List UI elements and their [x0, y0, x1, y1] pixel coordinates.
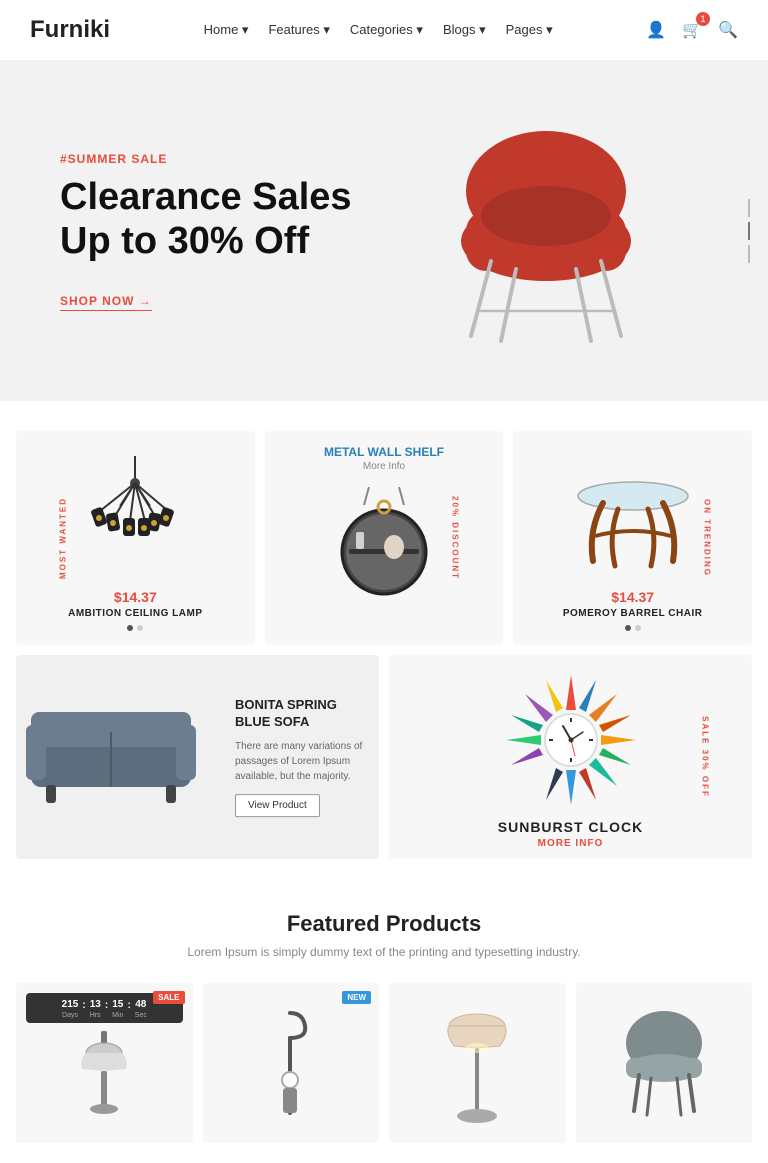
view-product-button[interactable]: View Product: [235, 794, 320, 817]
hero-title: Clearance Sales Up to 30% Off: [60, 176, 384, 263]
chair-illustration: [436, 121, 656, 351]
nav-categories[interactable]: Categories ▾: [350, 22, 423, 38]
slider-indicator: [748, 199, 750, 263]
featured-lamp: [26, 1031, 183, 1121]
product-card-lamp: MOST WANTED: [16, 431, 255, 645]
sec-label: Sec: [135, 1012, 147, 1019]
chair-dots: [527, 625, 738, 631]
shelf-more-info[interactable]: More Info: [279, 461, 490, 472]
hero-section: #SUMMER SALE Clearance Sales Up to 30% O…: [0, 61, 768, 401]
sale-tag: SALE 30% OFF: [701, 716, 710, 798]
hero-tag: #SUMMER SALE: [60, 152, 384, 166]
discount-tag: 20% DISCOUNT: [451, 496, 460, 580]
cart-badge: 1: [696, 12, 710, 26]
products-section: MOST WANTED: [0, 401, 768, 875]
sofa-text: BONITA SPRING BLUE SOFA There are many v…: [235, 697, 365, 817]
nav-links: Home ▾ Features ▾ Categories ▾ Blogs ▾ P…: [204, 22, 553, 38]
product-card-shelf: METAL WALL SHELF More Info: [265, 431, 504, 645]
nav-home[interactable]: Home ▾: [204, 22, 249, 38]
chair-name: POMEROY BARREL CHAIR: [527, 608, 738, 619]
shelf-title: METAL WALL SHELF: [279, 445, 490, 459]
nav-features[interactable]: Features ▾: [268, 22, 329, 38]
search-icon[interactable]: 🔍: [718, 20, 738, 40]
countdown-hrs: 13: [90, 999, 101, 1010]
sale-badge: SALE: [153, 991, 184, 1004]
hrs-label: Hrs: [90, 1012, 101, 1019]
nav-pages[interactable]: Pages ▾: [506, 22, 553, 38]
countdown-sec: 48: [135, 999, 147, 1010]
featured-section: Featured Products Lorem Ipsum is simply …: [0, 875, 768, 1163]
sofa-title: BONITA SPRING BLUE SOFA: [235, 697, 365, 731]
days-label: Days: [62, 1012, 78, 1019]
nav-icons: 👤 🛒1 🔍: [646, 20, 738, 40]
sunburst-clock-image: [496, 665, 646, 815]
most-wanted-tag: MOST WANTED: [59, 497, 68, 579]
sunburst-more-info[interactable]: MORE INFO: [538, 838, 604, 849]
on-trending-tag: ON TRENDING: [703, 499, 712, 577]
sunburst-title: SUNBURST CLOCK: [498, 819, 643, 835]
featured-card-3: [389, 983, 566, 1143]
navbar: Furniki Home ▾ Features ▾ Categories ▾ B…: [0, 0, 768, 61]
sunburst-card: SUNBURST CLOCK MORE INFO SALE 30% OFF: [389, 655, 752, 859]
lamp-name: AMBITION CEILING LAMP: [30, 608, 241, 619]
featured-grid: SALE 215Days : 13Hrs : 15Min : 48Sec: [16, 983, 752, 1143]
product-card-chair: ON TRENDING $14.37 POMEROY BARREL CHAIR: [513, 431, 752, 645]
nav-blogs[interactable]: Blogs ▾: [443, 22, 486, 38]
lamp-price: $14.37: [30, 589, 241, 605]
featured-subtitle: Lorem Ipsum is simply dummy text of the …: [16, 945, 752, 959]
new-badge: NEW: [342, 991, 371, 1004]
sofa-card: BONITA SPRING BLUE SOFA There are many v…: [16, 655, 379, 859]
featured-card-1: SALE 215Days : 13Hrs : 15Min : 48Sec: [16, 983, 193, 1143]
countdown-min: 15: [112, 999, 123, 1010]
featured-title: Featured Products: [16, 911, 752, 937]
products-grid: MOST WANTED: [16, 431, 752, 645]
min-label: Min: [112, 1012, 123, 1019]
nav-logo[interactable]: Furniki: [30, 16, 110, 44]
user-icon[interactable]: 👤: [646, 20, 666, 40]
lamp-dots: [30, 625, 241, 631]
featured-card-4: [576, 983, 753, 1143]
featured-card-2: NEW: [203, 983, 380, 1143]
hero-cta[interactable]: SHOP NOW →: [60, 294, 152, 311]
sofa-desc: There are many variations of passages of…: [235, 739, 365, 784]
hero-image: [384, 111, 708, 351]
chair-price: $14.37: [527, 589, 738, 605]
wide-row: BONITA SPRING BLUE SOFA There are many v…: [16, 655, 752, 859]
cart-icon[interactable]: 🛒1: [682, 20, 702, 40]
countdown-days: 215: [62, 999, 79, 1010]
hero-text: #SUMMER SALE Clearance Sales Up to 30% O…: [60, 152, 384, 309]
